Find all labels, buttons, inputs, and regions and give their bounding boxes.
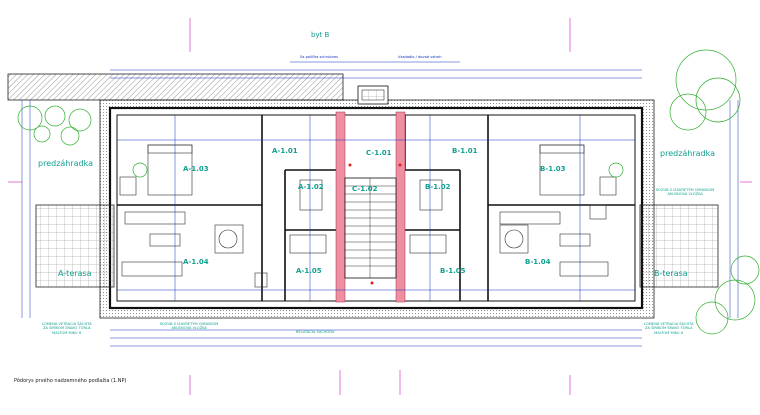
room-a103: A-1.03 (183, 165, 209, 173)
left-terrace-label: A-terasa (58, 269, 92, 278)
room-c102: C-1.02 (352, 185, 378, 193)
room-b103: B-1.03 (540, 165, 566, 173)
apartment-label: byt B (311, 31, 330, 39)
mid-left-note: KOZUB S IZAVRETÝM OHNISKOM AKUSNOVÁ VLOŽ… (160, 322, 219, 331)
top-dimension-note-2: Vsadadlo / dovod vstroh (398, 55, 442, 59)
room-a102: A-1.02 (298, 183, 324, 191)
room-c101: C-1.01 (366, 149, 392, 157)
room-b102: B-1.02 (425, 183, 451, 191)
left-bottom-note: LOMENÁ VETRACIA ŠÁCHTA ZA ŠIRÍKOM ŠRAKO … (42, 322, 92, 335)
right-bottom-note: LOMENÁ VETRACIA ŠÁCHTA ZA ŠIRÍKOM ŠRAKO … (644, 322, 694, 335)
mid-center-note: BELATAČIA ŠÁCHODA (296, 330, 335, 334)
room-a101: A-1.01 (272, 147, 298, 155)
right-top-note: KOZUB S IZAVRETÝM OHNISKOM AKUSNOVÁ VLOŽ… (656, 188, 715, 197)
room-b105: B-1.05 (440, 267, 466, 275)
drawing-caption: Pôdorys prvého nadzemného podlažia (1.NP… (14, 378, 127, 384)
room-a104: A-1.04 (183, 258, 209, 266)
room-b101: B-1.01 (452, 147, 478, 155)
left-garden-label: predzáhradka (38, 159, 94, 168)
top-dimension-note: Sa políčka schrubnes (300, 55, 338, 59)
room-a105: A-1.05 (296, 267, 322, 275)
floor-plan-drawing (7, 18, 760, 395)
right-garden-label: predzáhradka (660, 149, 716, 158)
right-terrace-label: B-terasa (654, 269, 688, 278)
room-b104: B-1.04 (525, 258, 551, 266)
